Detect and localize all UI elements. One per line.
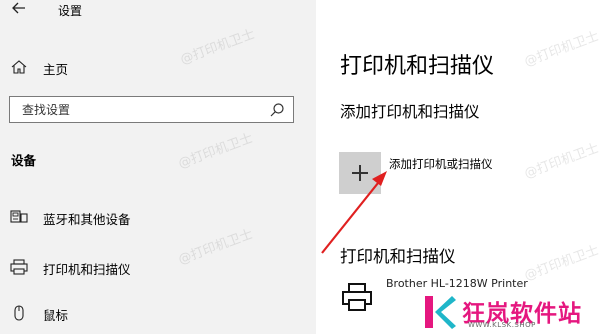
home-icon — [11, 60, 27, 74]
title-bar: 设置 — [0, 0, 316, 22]
page-title: 打印机和扫描仪 — [340, 54, 495, 79]
logo-k-icon — [425, 296, 456, 329]
sidebar-item-label: 打印机和扫描仪 — [43, 262, 131, 277]
sidebar: 设置 主页 设备 蓝牙和其他设备 打印机和扫描仪 — [0, 0, 316, 334]
printer-icon — [10, 259, 28, 275]
section-title: 设备 — [11, 153, 37, 168]
sidebar-item-label: 主页 — [43, 62, 69, 77]
search-input[interactable] — [10, 97, 265, 122]
sidebar-item-label: 蓝牙和其他设备 — [43, 212, 131, 227]
site-logo: 狂岚软件站 WWW.KLSK.SHOP — [420, 292, 600, 334]
mouse-icon — [14, 305, 24, 321]
sidebar-item-home[interactable]: 主页 — [0, 52, 316, 82]
printer-icon[interactable] — [341, 282, 373, 312]
back-arrow-icon — [12, 2, 25, 14]
back-button[interactable] — [9, 0, 29, 18]
main-content: 打印机和扫描仪 添加打印机和扫描仪 添加打印机或扫描仪 打印机和扫描仪 Brot… — [316, 0, 600, 334]
printer-list-item[interactable]: Brother HL-1218W Printer — [386, 277, 528, 290]
sidebar-item-printers[interactable]: 打印机和扫描仪 — [0, 252, 316, 282]
sidebar-item-bluetooth[interactable]: 蓝牙和其他设备 — [0, 202, 316, 232]
add-printer-label[interactable]: 添加打印机或扫描仪 — [389, 156, 493, 172]
add-section-title: 添加打印机和扫描仪 — [340, 103, 480, 121]
search-box — [9, 96, 294, 123]
logo-url: WWW.KLSK.SHOP — [468, 321, 536, 329]
sidebar-item-mouse[interactable]: 鼠标 — [0, 298, 316, 328]
bluetooth-devices-icon — [10, 210, 28, 223]
app-title: 设置 — [58, 4, 83, 18]
sidebar-item-label: 鼠标 — [43, 308, 69, 323]
search-icon[interactable] — [269, 102, 285, 118]
printers-list-title: 打印机和扫描仪 — [340, 247, 456, 266]
add-printer-button[interactable] — [339, 152, 381, 194]
